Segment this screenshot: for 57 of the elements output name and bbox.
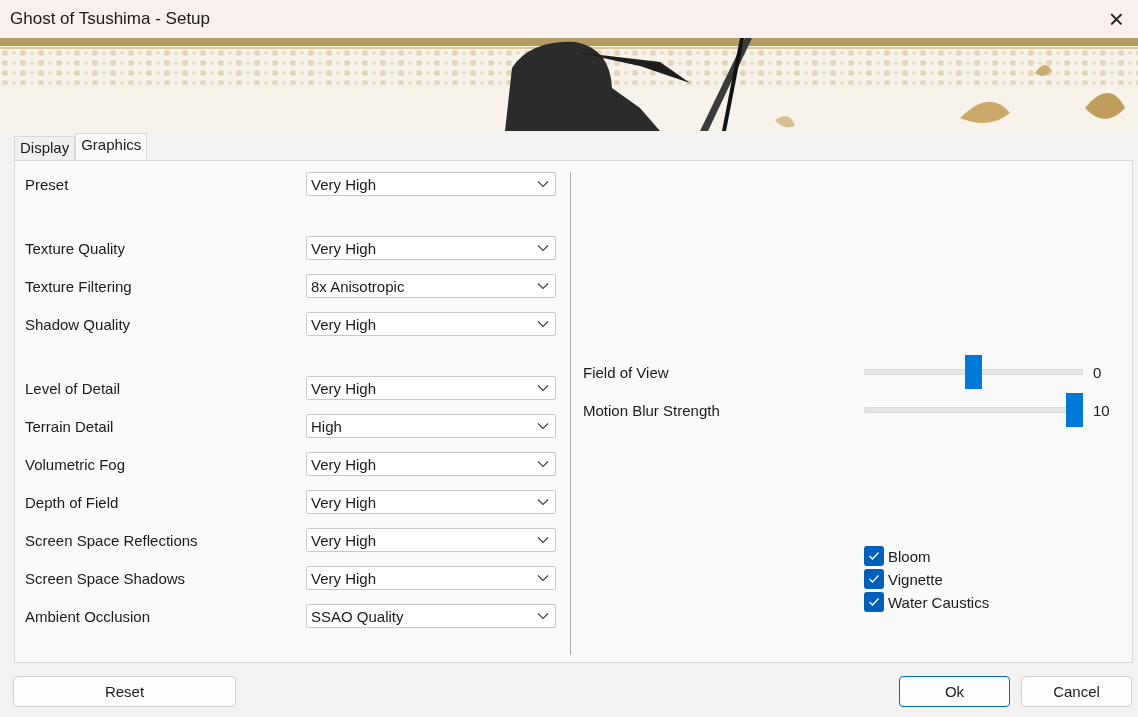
chevron-icon (537, 422, 549, 430)
checkbox[interactable] (864, 546, 884, 566)
checkbox-label[interactable]: Water Caustics (888, 593, 990, 611)
chevron-icon (537, 244, 549, 252)
slider[interactable] (864, 355, 1083, 389)
dialog-button[interactable]: Reset (13, 676, 236, 707)
setting-label: Ambient Occlusion (25, 607, 152, 625)
setting-label: Shadow Quality (25, 315, 132, 333)
dropdown[interactable]: Very High (306, 566, 556, 590)
dropdown[interactable]: Very High (306, 452, 556, 476)
setting-label: Texture Filtering (25, 277, 133, 295)
dropdown[interactable]: Very High (306, 236, 556, 260)
dropdown[interactable]: Very High (306, 528, 556, 552)
checkmark-icon (868, 551, 880, 561)
setting-label: Preset (25, 175, 70, 193)
chevron-icon (537, 460, 549, 468)
dropdown[interactable]: Very High (306, 312, 556, 336)
chevron-icon (537, 180, 549, 188)
dialog-button[interactable]: Ok (899, 676, 1010, 707)
checkbox-label[interactable]: Vignette (888, 570, 943, 588)
chevron-icon (537, 574, 549, 582)
chevron-icon (537, 536, 549, 544)
chevron-icon (537, 320, 549, 328)
checkbox[interactable] (864, 569, 884, 589)
chevron-icon (537, 498, 549, 506)
checkmark-icon (868, 597, 880, 607)
dropdown[interactable]: 8x Anisotropic (306, 274, 556, 298)
setting-label: Level of Detail (25, 379, 122, 397)
checkbox[interactable] (864, 592, 884, 612)
dropdown[interactable]: Very High (306, 490, 556, 514)
dropdown[interactable]: Very High (306, 376, 556, 400)
chevron-icon (537, 384, 549, 392)
tab[interactable]: Display (14, 136, 76, 160)
slider[interactable] (864, 393, 1083, 427)
slider-thumb[interactable] (965, 355, 982, 389)
slider-value: 10 (1093, 401, 1110, 419)
chevron-icon (537, 282, 549, 290)
checkmark-icon (868, 574, 880, 584)
chevron-icon (537, 612, 549, 620)
setting-label: Screen Space Shadows (25, 569, 187, 587)
dropdown[interactable]: High (306, 414, 556, 438)
close-button[interactable]: × (1104, 6, 1128, 32)
slider-label: Motion Blur Strength (583, 401, 721, 419)
checkbox-label[interactable]: Bloom (888, 547, 931, 565)
setting-label: Depth of Field (25, 493, 120, 511)
window-title: Ghost of Tsushima - Setup (10, 9, 210, 29)
tab[interactable]: Graphics (75, 133, 148, 160)
slider-label: Field of View (583, 363, 670, 381)
slider-thumb[interactable] (1066, 393, 1083, 427)
slider-value: 0 (1093, 363, 1102, 381)
setting-label: Volumetric Fog (25, 455, 127, 473)
setting-label: Texture Quality (25, 239, 127, 257)
dropdown[interactable]: Very High (306, 172, 556, 196)
dialog-button[interactable]: Cancel (1021, 676, 1132, 707)
setting-label: Terrain Detail (25, 417, 115, 435)
dropdown[interactable]: SSAO Quality (306, 604, 556, 628)
setting-label: Screen Space Reflections (25, 531, 199, 549)
